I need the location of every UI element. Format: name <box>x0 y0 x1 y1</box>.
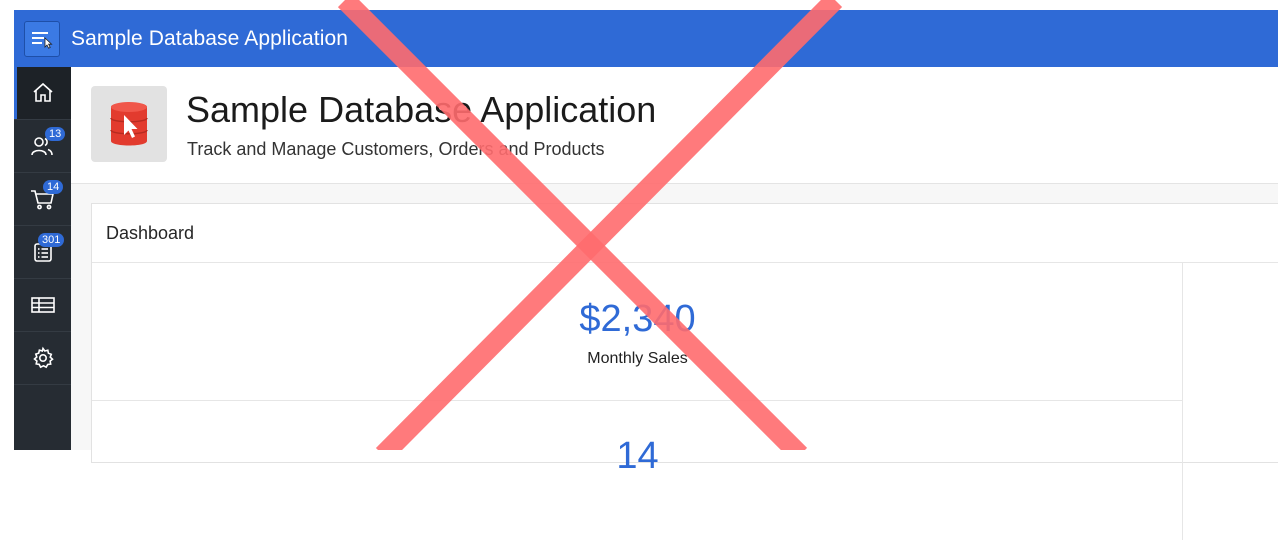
gear-icon <box>32 346 54 369</box>
left-gutter <box>0 0 14 450</box>
sidebar-item-customers[interactable]: 13 <box>14 120 71 173</box>
metric-monthly-sales[interactable]: $2,340 Monthly Sales <box>92 262 1183 401</box>
dashboard-title: Dashboard <box>92 204 1278 263</box>
page-subtitle: Track and Manage Customers, Orders and P… <box>187 139 605 159</box>
metric-second[interactable]: 14 <box>92 401 1183 540</box>
metric-value: $2,340 <box>579 298 696 340</box>
orders-count-badge: 14 <box>43 180 64 194</box>
top-navigation-bar: Sample Database Application <box>14 10 1278 67</box>
sidebar-item-reports[interactable] <box>14 279 71 332</box>
menu-toggle-button[interactable] <box>24 20 60 57</box>
customers-count-badge: 13 <box>45 127 66 141</box>
hero-region: Sample Database Application Track and Ma… <box>71 67 1278 184</box>
sidebar-item-orders[interactable]: 14 <box>14 173 71 226</box>
page-title: Sample Database Application <box>186 89 657 130</box>
menu-icon <box>32 31 53 49</box>
metric-value: 14 <box>616 435 659 477</box>
main-content: Sample Database Application Track and Ma… <box>71 67 1278 540</box>
metric-label: Monthly Sales <box>587 350 688 367</box>
table-icon <box>30 297 55 313</box>
sidebar-item-home[interactable] <box>14 67 71 120</box>
app-logo <box>91 86 167 162</box>
home-icon <box>32 82 53 102</box>
app-title[interactable]: Sample Database Application <box>71 27 348 51</box>
sidebar-item-settings[interactable] <box>14 332 71 385</box>
database-cursor-icon <box>110 102 148 146</box>
products-count-badge: 301 <box>38 233 65 247</box>
sidebar-item-products[interactable]: 301 <box>14 226 71 279</box>
dashboard-panel: Dashboard $2,340 Monthly Sales 14 <box>91 203 1278 540</box>
sidebar-nav: 13 14 301 <box>14 67 71 450</box>
